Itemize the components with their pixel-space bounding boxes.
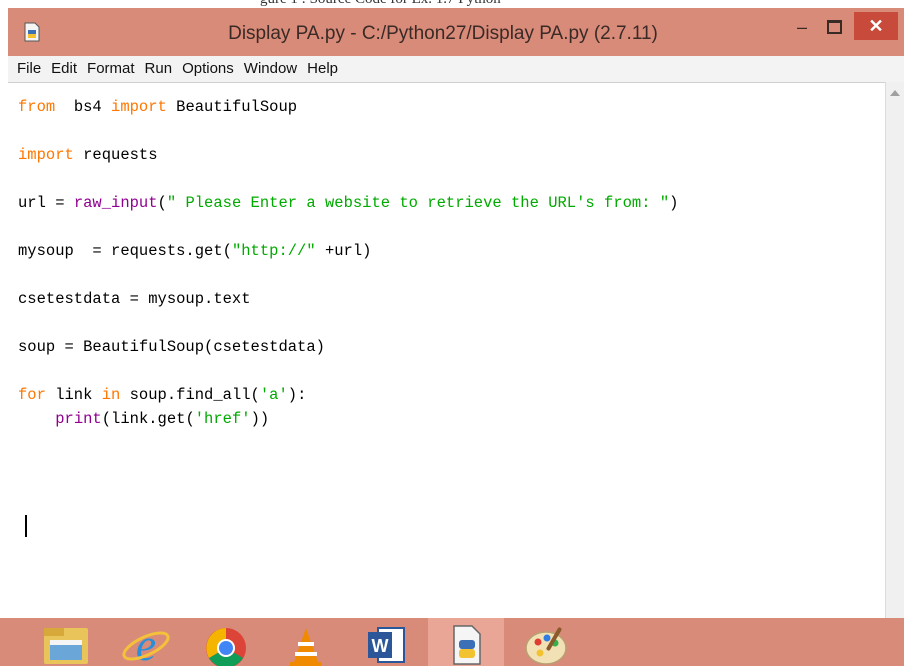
code-token: print <box>55 410 102 428</box>
close-icon: ✕ <box>868 15 884 36</box>
code-token: 'href' <box>194 410 251 428</box>
code-token: from <box>18 98 56 116</box>
code-token: (link.get( <box>101 410 195 428</box>
menu-format[interactable]: Format <box>82 56 140 82</box>
svg-text:W: W <box>372 636 389 656</box>
code-token: ): <box>287 386 307 404</box>
maximize-button[interactable] <box>820 14 848 40</box>
code-editor[interactable]: from bs4 import BeautifulSoup import req… <box>8 82 885 627</box>
minimize-icon: – <box>796 16 807 37</box>
menu-run[interactable]: Run <box>140 56 178 82</box>
taskbar-paint[interactable] <box>508 618 584 666</box>
code-token: csetestdata = mysoup.text <box>18 290 251 308</box>
code-line: csetestdata = mysoup.text <box>18 290 251 308</box>
code-token: "http://" <box>231 242 316 260</box>
caption-fragment: gure 1 : Source Code for Ex. 1.7 Python <box>0 0 904 8</box>
taskbar-vlc[interactable] <box>268 618 344 666</box>
code-token: " Please Enter a website to retrieve the… <box>166 194 670 212</box>
menu-options[interactable]: Options <box>177 56 239 82</box>
code-token: BeautifulSoup <box>166 98 298 116</box>
code-token: import <box>18 146 74 164</box>
menu-file[interactable]: File <box>12 56 46 82</box>
caption-text: gure 1 : Source Code for Ex. 1.7 Python <box>260 0 501 8</box>
menu-help[interactable]: Help <box>302 56 343 82</box>
ie-icon: e <box>122 622 170 666</box>
code-token: )) <box>250 410 270 428</box>
source-code[interactable]: from bs4 import BeautifulSoup import req… <box>18 95 678 431</box>
taskbar-word[interactable]: W <box>348 618 424 666</box>
menu-bar: File Edit Format Run Options Window Help <box>8 56 904 82</box>
scroll-up-icon[interactable] <box>890 90 900 96</box>
minimize-button[interactable]: – <box>788 14 816 40</box>
code-line: from bs4 import BeautifulSoup <box>18 98 297 116</box>
code-line: for link in soup.find_all('a'): <box>18 386 306 404</box>
code-line: soup = BeautifulSoup(csetestdata) <box>18 338 325 356</box>
taskbar-internet-explorer[interactable]: e <box>108 618 184 666</box>
code-token: bs4 <box>55 98 112 116</box>
close-button[interactable]: ✕ <box>854 12 898 40</box>
code-line: import requests <box>18 146 158 164</box>
word-icon: W <box>368 627 405 663</box>
paint-icon <box>525 627 567 665</box>
code-token: raw_input <box>73 194 158 212</box>
code-token: 'a' <box>259 386 288 404</box>
python-idle-icon <box>453 625 481 665</box>
code-token: ( <box>157 194 167 212</box>
code-token: ) <box>669 194 679 212</box>
code-token: link <box>45 386 102 404</box>
code-token: in <box>101 386 121 404</box>
code-token: mysoup = requests.get( <box>18 242 232 260</box>
folder-icon <box>44 628 88 664</box>
code-line: url = raw_input(" Please Enter a website… <box>18 194 678 212</box>
chrome-icon <box>206 628 246 666</box>
code-token: soup = BeautifulSoup(csetestdata) <box>18 338 325 356</box>
code-token: import <box>111 98 167 116</box>
code-token: +url) <box>315 242 372 260</box>
vlc-icon <box>290 628 322 666</box>
menu-window[interactable]: Window <box>239 56 302 82</box>
idle-editor-window: Display PA.py - C:/Python27/Display PA.p… <box>8 8 904 666</box>
code-line: print(link.get('href')) <box>18 410 269 428</box>
taskbar-file-explorer[interactable] <box>28 618 104 666</box>
window-title: Display PA.py - C:/Python27/Display PA.p… <box>228 23 658 44</box>
menu-edit[interactable]: Edit <box>46 56 82 82</box>
code-token: soup.find_all( <box>120 386 260 404</box>
code-token: for <box>18 386 46 404</box>
code-token: requests <box>73 146 158 164</box>
vertical-scrollbar[interactable] <box>885 82 904 626</box>
maximize-icon <box>826 20 842 34</box>
text-cursor <box>25 515 27 537</box>
taskbar-python-idle[interactable] <box>428 618 504 666</box>
taskbar-chrome[interactable] <box>188 618 264 666</box>
taskbar: e W <box>0 618 904 666</box>
code-token: url = <box>18 194 74 212</box>
title-bar[interactable]: Display PA.py - C:/Python27/Display PA.p… <box>8 8 904 56</box>
code-line: mysoup = requests.get("http://" +url) <box>18 242 371 260</box>
